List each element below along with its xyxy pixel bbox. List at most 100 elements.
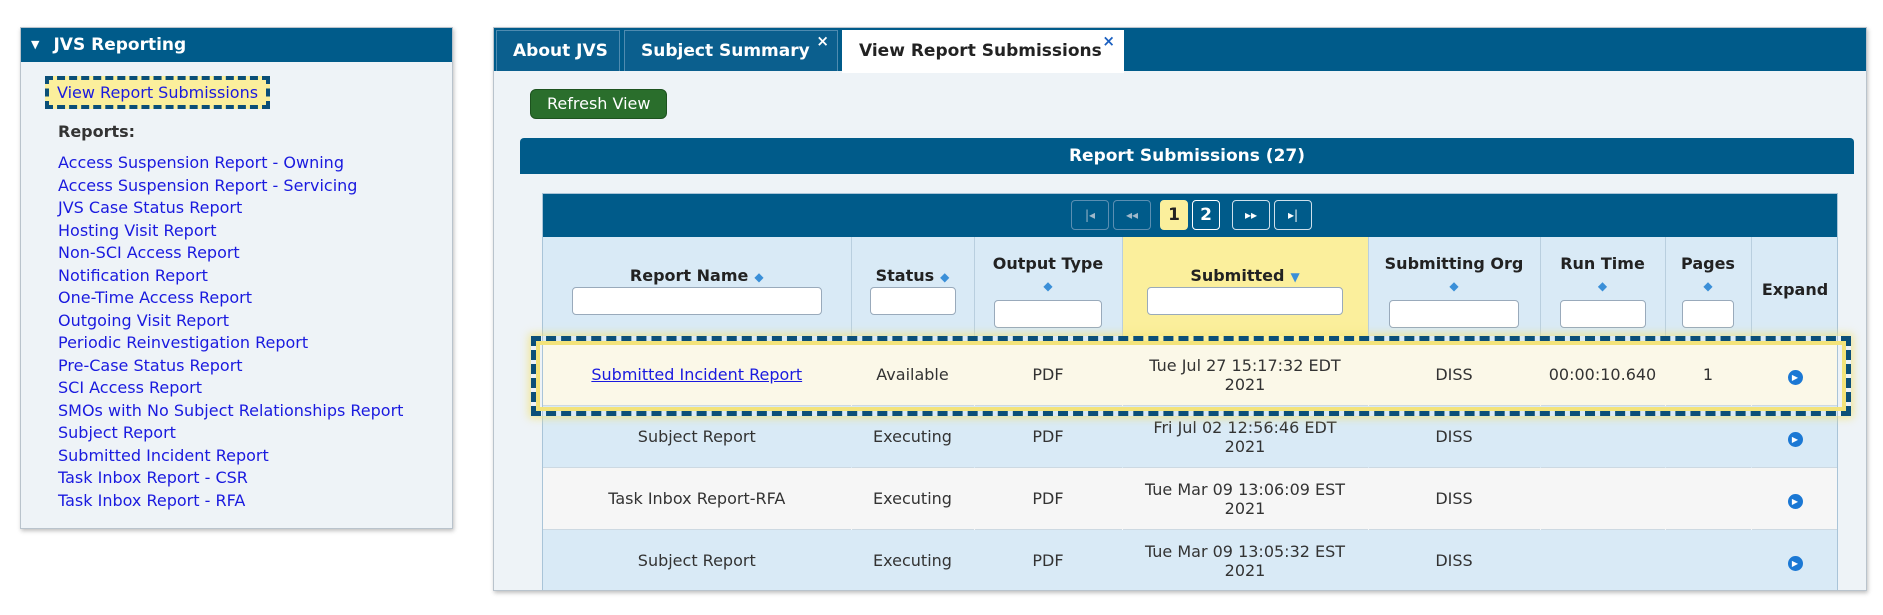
report-link-smos-no-subject[interactable]: SMOs with No Subject Relationships Repor… (58, 401, 403, 420)
report-link-jvs-case-status[interactable]: JVS Case Status Report (58, 198, 242, 217)
report-submissions-header: Report Submissions (27) (520, 138, 1854, 174)
report-link-outgoing-visit[interactable]: Outgoing Visit Report (58, 311, 229, 330)
column-label: Pages (1681, 254, 1735, 273)
table-row[interactable]: Submitted Incident Report Available PDF … (543, 344, 1837, 406)
sort-icon[interactable]: ◆ (754, 270, 763, 284)
report-name-cell: Subject Report (543, 529, 851, 590)
submitted-filter-input[interactable] (1147, 287, 1343, 315)
report-name-filter-input[interactable] (571, 287, 822, 315)
report-link-periodic-reinvestigation[interactable]: Periodic Reinvestigation Report (58, 333, 308, 352)
sort-icon[interactable]: ◆ (940, 270, 949, 284)
column-header-pages[interactable]: Pages ◆ (1665, 237, 1752, 344)
close-icon[interactable]: × (1102, 28, 1115, 62)
sort-desc-icon[interactable]: ▼ (1290, 270, 1299, 284)
submitted-year: 2021 (1224, 560, 1266, 580)
tab-about-jvs[interactable]: About JVS (496, 30, 620, 71)
jvs-reporting-panel: ▼ JVS Reporting View Report Submissions … (20, 27, 453, 529)
panel-title: JVS Reporting (53, 35, 187, 55)
run-time-filter-input[interactable] (1559, 300, 1646, 328)
report-link-access-suspension-servicing[interactable]: Access Suspension Report - Servicing (58, 176, 357, 195)
submitted-cell: Tue Mar 09 13:05:32 EST 2021 (1122, 529, 1368, 590)
tab-view-report-submissions[interactable]: View Report Submissions × (842, 30, 1124, 73)
status-cell: Executing (851, 467, 974, 530)
output-cell: PDF (974, 344, 1122, 406)
refresh-view-button[interactable]: Refresh View (530, 89, 668, 119)
close-icon[interactable]: × (816, 28, 829, 62)
table-row[interactable]: Subject Report Executing PDF Tue Mar 09 … (543, 529, 1837, 590)
submitted-cell: Tue Jul 27 15:17:32 EDT 2021 (1122, 344, 1368, 406)
sort-icon[interactable]: ◆ (1703, 279, 1712, 293)
view-report-submissions-link[interactable]: View Report Submissions (57, 83, 258, 102)
report-link-non-sci-access[interactable]: Non-SCI Access Report (58, 243, 240, 262)
prev-page-button[interactable]: ◂◂ (1113, 200, 1151, 230)
report-link-hosting-visit[interactable]: Hosting Visit Report (58, 221, 216, 240)
pages-cell (1665, 467, 1751, 530)
column-header-output-type[interactable]: Output Type ◆ (974, 237, 1123, 344)
report-name-cell: Subject Report (543, 405, 851, 468)
column-header-expand: Expand (1751, 237, 1837, 344)
status-cell: Available (851, 344, 974, 406)
tab-label: View Report Submissions (859, 41, 1102, 61)
expand-icon[interactable]: ▶ (1787, 369, 1803, 385)
submitted-date: Fri Jul 02 12:56:46 EDT (1153, 417, 1337, 437)
page-2-button[interactable]: 2 (1192, 200, 1220, 230)
report-link-notification[interactable]: Notification Report (58, 266, 208, 285)
jvs-reporting-header[interactable]: ▼ JVS Reporting (21, 28, 452, 62)
expand-icon[interactable]: ▶ (1787, 493, 1803, 509)
submitted-date: Tue Mar 09 13:06:09 EST (1144, 479, 1346, 499)
column-header-status[interactable]: Status ◆ (851, 237, 975, 344)
main-content-panel: About JVS Subject Summary × View Report … (493, 27, 1867, 591)
table-row[interactable]: Subject Report Executing PDF Fri Jul 02 … (543, 405, 1837, 468)
column-label: Expand (1761, 280, 1829, 299)
status-filter-input[interactable] (869, 287, 956, 315)
report-link-one-time-access[interactable]: One-Time Access Report (58, 288, 252, 307)
run-time-cell: 00:00:10.640 (1540, 344, 1665, 406)
column-header-submitting-org[interactable]: Submitting Org ◆ (1368, 237, 1541, 344)
output-cell: PDF (974, 405, 1122, 468)
last-page-button[interactable]: ▸| (1274, 200, 1312, 230)
view-report-submissions-highlight: View Report Submissions (45, 76, 271, 109)
tab-bar: About JVS Subject Summary × View Report … (494, 28, 1866, 73)
output-type-filter-input[interactable] (994, 300, 1102, 328)
first-page-button[interactable]: |◂ (1071, 200, 1109, 230)
org-cell: DISS (1368, 529, 1540, 590)
column-header-report-name[interactable]: Report Name ◆ (543, 237, 852, 344)
submitting-org-filter-input[interactable] (1389, 300, 1519, 328)
pagination-bar: |◂ ◂◂ 1 2 ▸▸ ▸| (543, 194, 1837, 237)
report-link-subject[interactable]: Subject Report (58, 423, 176, 442)
report-link-access-suspension-owning[interactable]: Access Suspension Report - Owning (58, 153, 344, 172)
run-time-cell (1540, 467, 1665, 530)
pages-cell (1665, 405, 1751, 468)
sort-icon[interactable]: ◆ (1598, 279, 1607, 293)
sort-icon[interactable]: ◆ (1449, 279, 1458, 293)
run-time-cell (1540, 405, 1665, 468)
column-header-run-time[interactable]: Run Time ◆ (1540, 237, 1666, 344)
expand-icon[interactable]: ▶ (1787, 555, 1803, 571)
pages-filter-input[interactable] (1682, 300, 1734, 328)
next-page-button[interactable]: ▸▸ (1232, 200, 1270, 230)
column-label: Submitting Org (1384, 254, 1524, 273)
tab-subject-summary[interactable]: Subject Summary × (624, 30, 838, 71)
report-link-submitted-incident[interactable]: Submitted Incident Report (58, 446, 269, 465)
pages-cell: 1 (1665, 344, 1751, 406)
submitted-year: 2021 (1224, 374, 1266, 394)
sort-icon[interactable]: ◆ (1043, 279, 1052, 293)
column-label: Submitted (1190, 266, 1285, 285)
report-link-sci-access[interactable]: SCI Access Report (58, 378, 202, 397)
status-cell: Executing (851, 529, 974, 590)
submitted-incident-report-link[interactable]: Submitted Incident Report (591, 365, 802, 384)
report-link-pre-case-status[interactable]: Pre-Case Status Report (58, 356, 243, 375)
column-header-submitted[interactable]: Submitted ▼ (1122, 237, 1369, 344)
caret-down-icon[interactable]: ▼ (31, 28, 39, 62)
run-time-cell (1540, 529, 1665, 590)
table-row[interactable]: Task Inbox Report-RFA Executing PDF Tue … (543, 467, 1837, 530)
page-1-button[interactable]: 1 (1160, 200, 1188, 230)
report-link-task-inbox-rfa[interactable]: Task Inbox Report - RFA (58, 491, 245, 510)
submitted-cell: Fri Jul 02 12:56:46 EDT 2021 (1122, 405, 1368, 468)
report-link-task-inbox-csr[interactable]: Task Inbox Report - CSR (58, 468, 248, 487)
reports-label: Reports: (58, 122, 136, 141)
column-label: Run Time (1560, 254, 1645, 273)
submitted-year: 2021 (1224, 498, 1266, 518)
report-name-cell: Task Inbox Report-RFA (543, 467, 851, 530)
expand-icon[interactable]: ▶ (1787, 431, 1803, 447)
